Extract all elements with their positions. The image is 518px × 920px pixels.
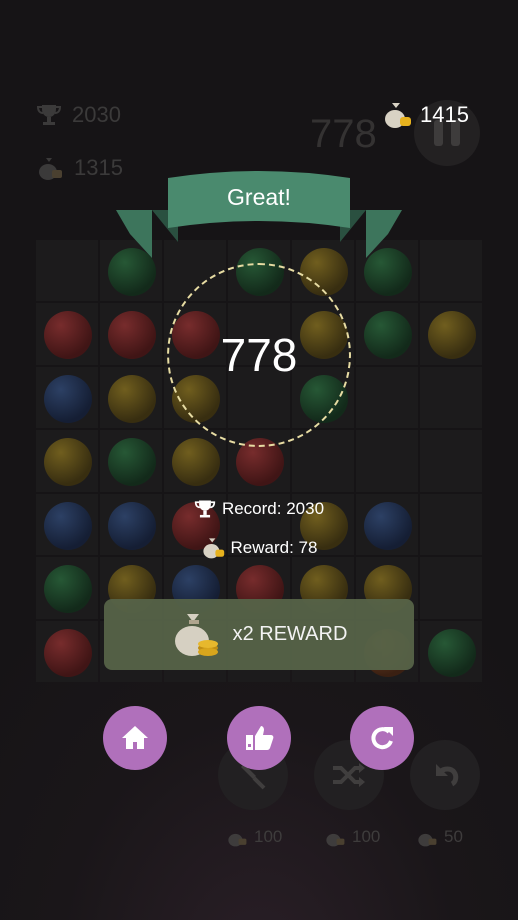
- money-bag-icon: [39, 158, 62, 180]
- undo-cost-value: 50: [444, 827, 463, 846]
- home-icon: [122, 726, 148, 749]
- board-cell[interactable]: [36, 240, 98, 302]
- red-ball[interactable]: [108, 311, 156, 360]
- thumbs-up-icon: [246, 726, 274, 750]
- board-cell[interactable]: [36, 366, 98, 429]
- x2-reward-button[interactable]: x2 REWARD: [104, 599, 414, 670]
- green-ball[interactable]: [108, 438, 156, 487]
- board-cell[interactable]: [100, 430, 162, 492]
- board-cell[interactable]: [420, 430, 482, 492]
- yellow-ball[interactable]: [428, 311, 476, 360]
- rate-button[interactable]: [227, 706, 291, 770]
- yellow-ball[interactable]: [172, 438, 220, 487]
- board-cell[interactable]: [164, 430, 226, 492]
- board-cell[interactable]: [420, 620, 482, 682]
- hammer-cost-value: 100: [254, 827, 283, 846]
- restart-button[interactable]: [350, 706, 414, 770]
- undo-cost: 50: [416, 826, 463, 848]
- money-bag-icon: [418, 833, 437, 847]
- coin-balance: 1415: [382, 100, 469, 130]
- blue-ball[interactable]: [44, 374, 92, 423]
- reward-text: Reward: 78: [230, 538, 318, 557]
- current-score: 778: [310, 112, 377, 156]
- green-ball[interactable]: [428, 628, 476, 677]
- money-bag-icon: [326, 833, 345, 847]
- shuffle-icon: [333, 763, 365, 787]
- yellow-ball[interactable]: [44, 438, 92, 487]
- board-cell[interactable]: [420, 303, 482, 365]
- hammer-cost: 100: [226, 826, 282, 848]
- money-bag-icon: [228, 833, 247, 847]
- trophy-icon: [36, 105, 62, 125]
- money-bag-icon: [385, 103, 411, 128]
- board-cell[interactable]: [100, 303, 162, 365]
- board-cell[interactable]: [420, 366, 482, 429]
- money-bag-icon: [174, 613, 218, 656]
- restart-icon: [371, 727, 393, 750]
- x2-reward-label: x2 REWARD: [232, 623, 348, 645]
- board-cell[interactable]: [420, 557, 482, 619]
- coins-stat: 1315: [36, 154, 123, 182]
- board-cell[interactable]: [356, 430, 418, 492]
- red-ball[interactable]: [44, 311, 92, 360]
- green-ball[interactable]: [44, 565, 92, 614]
- board-cell[interactable]: [36, 430, 98, 492]
- board-cell[interactable]: [36, 620, 98, 682]
- reward-line: Reward: 78: [0, 536, 518, 560]
- board-cell[interactable]: [36, 303, 98, 365]
- shuffle-cost: 100: [324, 826, 380, 848]
- game-layer: 2030 1315 778 100 100 50: [0, 0, 518, 920]
- board-cell[interactable]: [36, 557, 98, 619]
- green-ball[interactable]: [364, 311, 412, 360]
- undo-icon: [436, 764, 459, 787]
- coin-balance-value: 1415: [420, 102, 469, 127]
- board-cell[interactable]: [100, 366, 162, 429]
- money-bag-icon: [202, 538, 224, 559]
- record-stat: 2030: [36, 102, 121, 128]
- yellow-ball[interactable]: [108, 374, 156, 423]
- score-circle: 778: [167, 263, 351, 447]
- undo-tool-button[interactable]: [410, 740, 480, 810]
- home-button[interactable]: [103, 706, 167, 770]
- shuffle-cost-value: 100: [352, 827, 381, 846]
- board-cell[interactable]: [356, 366, 418, 429]
- board-cell[interactable]: [356, 303, 418, 365]
- record-text: Record: 2030: [221, 499, 325, 518]
- red-ball[interactable]: [44, 628, 92, 677]
- banner-title: Great!: [227, 184, 291, 210]
- board-cell[interactable]: [292, 430, 354, 492]
- board-cell[interactable]: [420, 240, 482, 302]
- trophy-icon: [194, 500, 216, 518]
- final-score: 778: [220, 329, 298, 381]
- record-value: 2030: [72, 102, 121, 127]
- record-line: Record: 2030: [0, 498, 518, 520]
